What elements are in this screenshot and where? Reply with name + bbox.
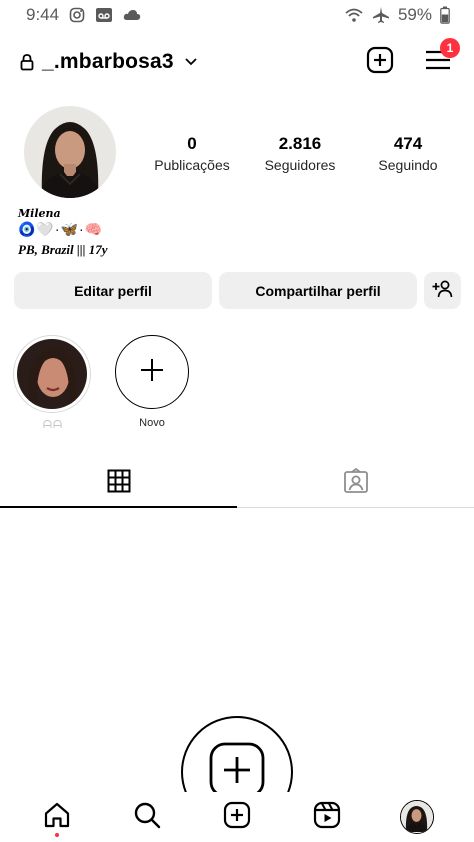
highlight-ring bbox=[13, 335, 91, 413]
edit-profile-button[interactable]: Editar perfil bbox=[14, 272, 212, 309]
add-person-icon bbox=[432, 280, 454, 301]
new-highlight-circle[interactable] bbox=[115, 335, 189, 409]
username[interactable]: _.mbarbosa3 bbox=[42, 50, 174, 74]
lock-icon bbox=[20, 53, 34, 71]
plus-icon bbox=[139, 357, 165, 388]
voicemail-icon bbox=[95, 7, 113, 23]
home-notification-dot bbox=[55, 833, 59, 837]
chevron-down-icon[interactable] bbox=[184, 57, 198, 67]
nav-profile[interactable] bbox=[395, 795, 439, 839]
following-label: Seguindo bbox=[378, 157, 438, 173]
instagram-icon bbox=[69, 7, 85, 23]
cloud-icon bbox=[123, 8, 141, 22]
stat-posts[interactable]: 0 Publicações bbox=[140, 134, 244, 173]
followers-label: Seguidores bbox=[264, 157, 336, 173]
highlight-cover bbox=[17, 339, 87, 409]
wifi-icon bbox=[344, 7, 364, 23]
new-post-icon[interactable] bbox=[366, 46, 394, 79]
following-count: 474 bbox=[393, 134, 423, 153]
create-icon bbox=[223, 801, 251, 834]
new-highlight[interactable]: Novo bbox=[115, 335, 189, 429]
bottom-nav bbox=[0, 792, 474, 842]
battery-percent: 59% bbox=[397, 5, 432, 24]
bio-name: 𝑴𝒊𝒍𝒆𝒏𝒂 bbox=[18, 207, 61, 220]
nav-home[interactable] bbox=[35, 795, 79, 839]
bio-location: PB, Brazil ||| 17y bbox=[18, 242, 108, 257]
followers-count: 2.816 bbox=[278, 134, 322, 153]
grid-icon bbox=[107, 469, 131, 498]
home-icon bbox=[43, 801, 71, 834]
posts-label: Publicações bbox=[154, 157, 230, 173]
tagged-icon bbox=[343, 467, 369, 499]
status-bar: 9:44 59% bbox=[0, 0, 474, 30]
profile-tabs bbox=[0, 460, 474, 508]
profile-header: _.mbarbosa3 1 bbox=[0, 37, 474, 84]
nav-search[interactable] bbox=[125, 795, 169, 839]
nav-reels[interactable] bbox=[305, 795, 349, 839]
airplane-icon bbox=[372, 6, 390, 24]
battery-icon bbox=[440, 6, 450, 24]
notification-badge: 1 bbox=[440, 37, 460, 58]
stat-following[interactable]: 474 Seguindo bbox=[356, 134, 460, 173]
discover-people-button[interactable] bbox=[424, 272, 461, 309]
search-icon bbox=[133, 801, 161, 834]
reels-icon bbox=[313, 801, 341, 834]
menu-button[interactable]: 1 bbox=[424, 37, 460, 77]
share-profile-button[interactable]: Compartilhar perfil bbox=[219, 272, 417, 309]
story-highlight[interactable]: ᗩᗩ bbox=[13, 335, 93, 432]
active-tab-indicator bbox=[0, 506, 237, 508]
bio-emojis: 🧿🤍·🦋·🧠 bbox=[18, 221, 104, 237]
profile-stats: 0 Publicações 2.816 Seguidores 474 Segui… bbox=[140, 134, 460, 173]
nav-create[interactable] bbox=[215, 795, 259, 839]
highlight-label: ᗩᗩ bbox=[42, 419, 64, 431]
status-time: 9:44 bbox=[26, 5, 60, 24]
profile-icon bbox=[400, 800, 434, 834]
new-highlight-label: Novo bbox=[139, 417, 165, 429]
posts-count: 0 bbox=[187, 134, 197, 153]
profile-avatar[interactable] bbox=[24, 106, 116, 198]
tab-tagged[interactable] bbox=[237, 460, 474, 507]
tab-posts-grid[interactable] bbox=[0, 460, 237, 507]
stat-followers[interactable]: 2.816 Seguidores bbox=[248, 134, 352, 173]
